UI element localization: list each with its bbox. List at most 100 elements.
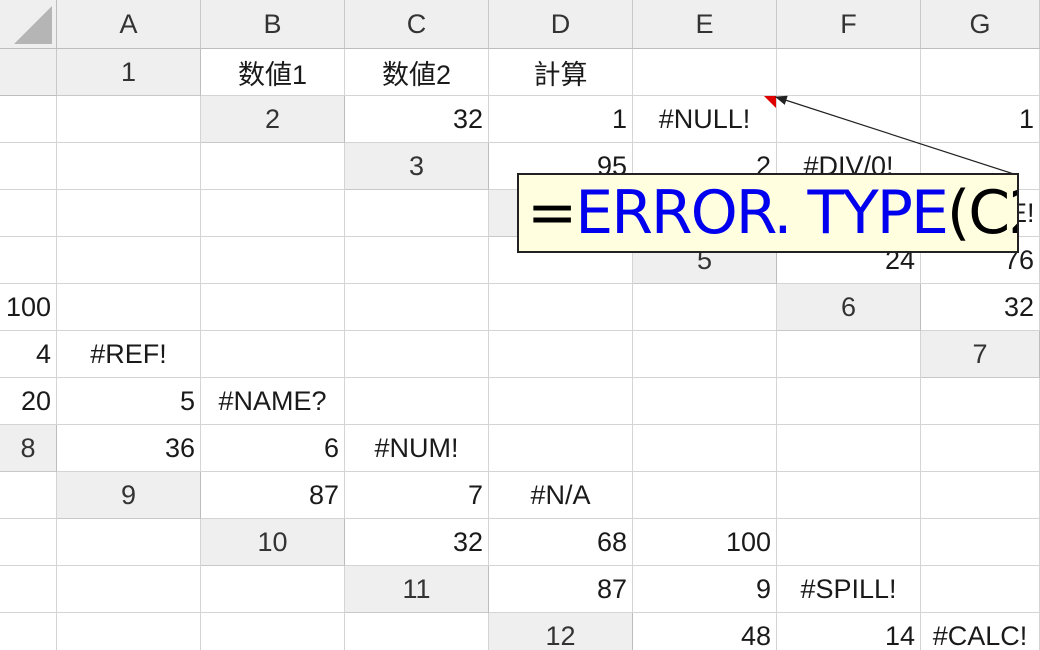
cell-c10[interactable]: 100: [633, 519, 777, 566]
row-header-8[interactable]: 8: [0, 425, 57, 472]
cell-d11[interactable]: [921, 566, 1040, 613]
row-header-1[interactable]: 1: [57, 49, 201, 96]
cell-c7[interactable]: #NAME?: [201, 378, 345, 425]
cell-h6[interactable]: [777, 331, 921, 378]
cell-b1[interactable]: 数値2: [345, 49, 489, 96]
column-header-e[interactable]: E: [633, 0, 777, 49]
row-header-7[interactable]: 7: [921, 331, 1040, 378]
cell-f11[interactable]: [57, 613, 201, 650]
column-header-b[interactable]: B: [201, 0, 345, 49]
cell-h11[interactable]: [345, 613, 489, 650]
cell-h2[interactable]: [201, 143, 345, 190]
cell-f6[interactable]: [489, 331, 633, 378]
cell-b11[interactable]: 9: [633, 566, 777, 613]
cell-b7[interactable]: 5: [57, 378, 201, 425]
cell-d2[interactable]: [777, 96, 921, 143]
cell-g4[interactable]: [345, 237, 489, 284]
cell-a1[interactable]: 数値1: [201, 49, 345, 96]
cell-f1[interactable]: [921, 49, 1040, 96]
cell-b10[interactable]: 68: [489, 519, 633, 566]
cell-a10[interactable]: 32: [345, 519, 489, 566]
cell-a8[interactable]: 36: [57, 425, 201, 472]
row-header-10[interactable]: 10: [201, 519, 345, 566]
cell-c12[interactable]: #CALC!: [921, 613, 1040, 650]
cell-c11[interactable]: #SPILL!: [777, 566, 921, 613]
cell-h7[interactable]: [921, 378, 1040, 425]
cell-d8[interactable]: [489, 425, 633, 472]
cell-g1[interactable]: [0, 96, 57, 143]
cell-g2[interactable]: [57, 143, 201, 190]
cell-e2[interactable]: 1: [921, 96, 1040, 143]
cell-g9[interactable]: [0, 519, 57, 566]
cell-g7[interactable]: [777, 378, 921, 425]
cell-g8[interactable]: [921, 425, 1040, 472]
cell-f5[interactable]: [345, 284, 489, 331]
cell-a12[interactable]: 48: [633, 613, 777, 650]
row-header-6[interactable]: 6: [777, 284, 921, 331]
row-header-2[interactable]: 2: [201, 96, 345, 143]
select-all-corner[interactable]: [0, 0, 57, 49]
cell-c8[interactable]: #NUM!: [345, 425, 489, 472]
cell-c2[interactable]: #NULL!: [633, 96, 777, 143]
cell-b8[interactable]: 6: [201, 425, 345, 472]
cell-b12[interactable]: 14: [777, 613, 921, 650]
cell-d4[interactable]: [0, 237, 57, 284]
cell-h3[interactable]: [345, 190, 489, 237]
cell-c6[interactable]: #REF!: [57, 331, 201, 378]
column-header-a[interactable]: A: [57, 0, 201, 49]
row-header-12[interactable]: 12: [489, 613, 633, 650]
cell-d10[interactable]: [777, 519, 921, 566]
cell-d1[interactable]: [633, 49, 777, 96]
cell-h5[interactable]: [633, 284, 777, 331]
comment-indicator-icon[interactable]: [764, 96, 776, 108]
cell-e8[interactable]: [633, 425, 777, 472]
cell-f2[interactable]: [0, 143, 57, 190]
cell-h8[interactable]: [0, 472, 57, 519]
row-header-11[interactable]: 11: [345, 566, 489, 613]
cell-d9[interactable]: [633, 472, 777, 519]
cell-c9[interactable]: #N/A: [489, 472, 633, 519]
row-header-3[interactable]: 3: [345, 143, 489, 190]
cell-f10[interactable]: [0, 566, 57, 613]
cell-d7[interactable]: [345, 378, 489, 425]
cell-f3[interactable]: [57, 190, 201, 237]
cell-g6[interactable]: [633, 331, 777, 378]
column-header-f[interactable]: F: [777, 0, 921, 49]
cell-d6[interactable]: [201, 331, 345, 378]
cell-e4[interactable]: [57, 237, 201, 284]
cell-a6[interactable]: 32: [921, 284, 1040, 331]
cell-g11[interactable]: [201, 613, 345, 650]
cell-c1[interactable]: 計算: [489, 49, 633, 96]
cell-g10[interactable]: [57, 566, 201, 613]
cell-b9[interactable]: 7: [345, 472, 489, 519]
cell-e9[interactable]: [777, 472, 921, 519]
cell-a2[interactable]: 32: [345, 96, 489, 143]
cell-e10[interactable]: [921, 519, 1040, 566]
cell-a9[interactable]: 87: [201, 472, 345, 519]
cell-g3[interactable]: [201, 190, 345, 237]
cell-a11[interactable]: 87: [489, 566, 633, 613]
cell-e1[interactable]: [777, 49, 921, 96]
cell-d5[interactable]: [57, 284, 201, 331]
cell-b2[interactable]: 1: [489, 96, 633, 143]
column-header-c[interactable]: C: [345, 0, 489, 49]
column-header-overflow[interactable]: [0, 49, 57, 96]
cell-f9[interactable]: [921, 472, 1040, 519]
cell-f8[interactable]: [777, 425, 921, 472]
row-header-9[interactable]: 9: [57, 472, 201, 519]
cell-h1[interactable]: [57, 96, 201, 143]
cell-h10[interactable]: [201, 566, 345, 613]
column-header-g[interactable]: G: [921, 0, 1040, 49]
column-header-d[interactable]: D: [489, 0, 633, 49]
cell-e11[interactable]: [0, 613, 57, 650]
cell-c5[interactable]: 100: [0, 284, 57, 331]
cell-e6[interactable]: [345, 331, 489, 378]
cell-f4[interactable]: [201, 237, 345, 284]
cell-f7[interactable]: [633, 378, 777, 425]
cell-a7[interactable]: 20: [0, 378, 57, 425]
cell-h9[interactable]: [57, 519, 201, 566]
cell-b6[interactable]: 4: [0, 331, 57, 378]
cell-e5[interactable]: [201, 284, 345, 331]
cell-e7[interactable]: [489, 378, 633, 425]
cell-g5[interactable]: [489, 284, 633, 331]
